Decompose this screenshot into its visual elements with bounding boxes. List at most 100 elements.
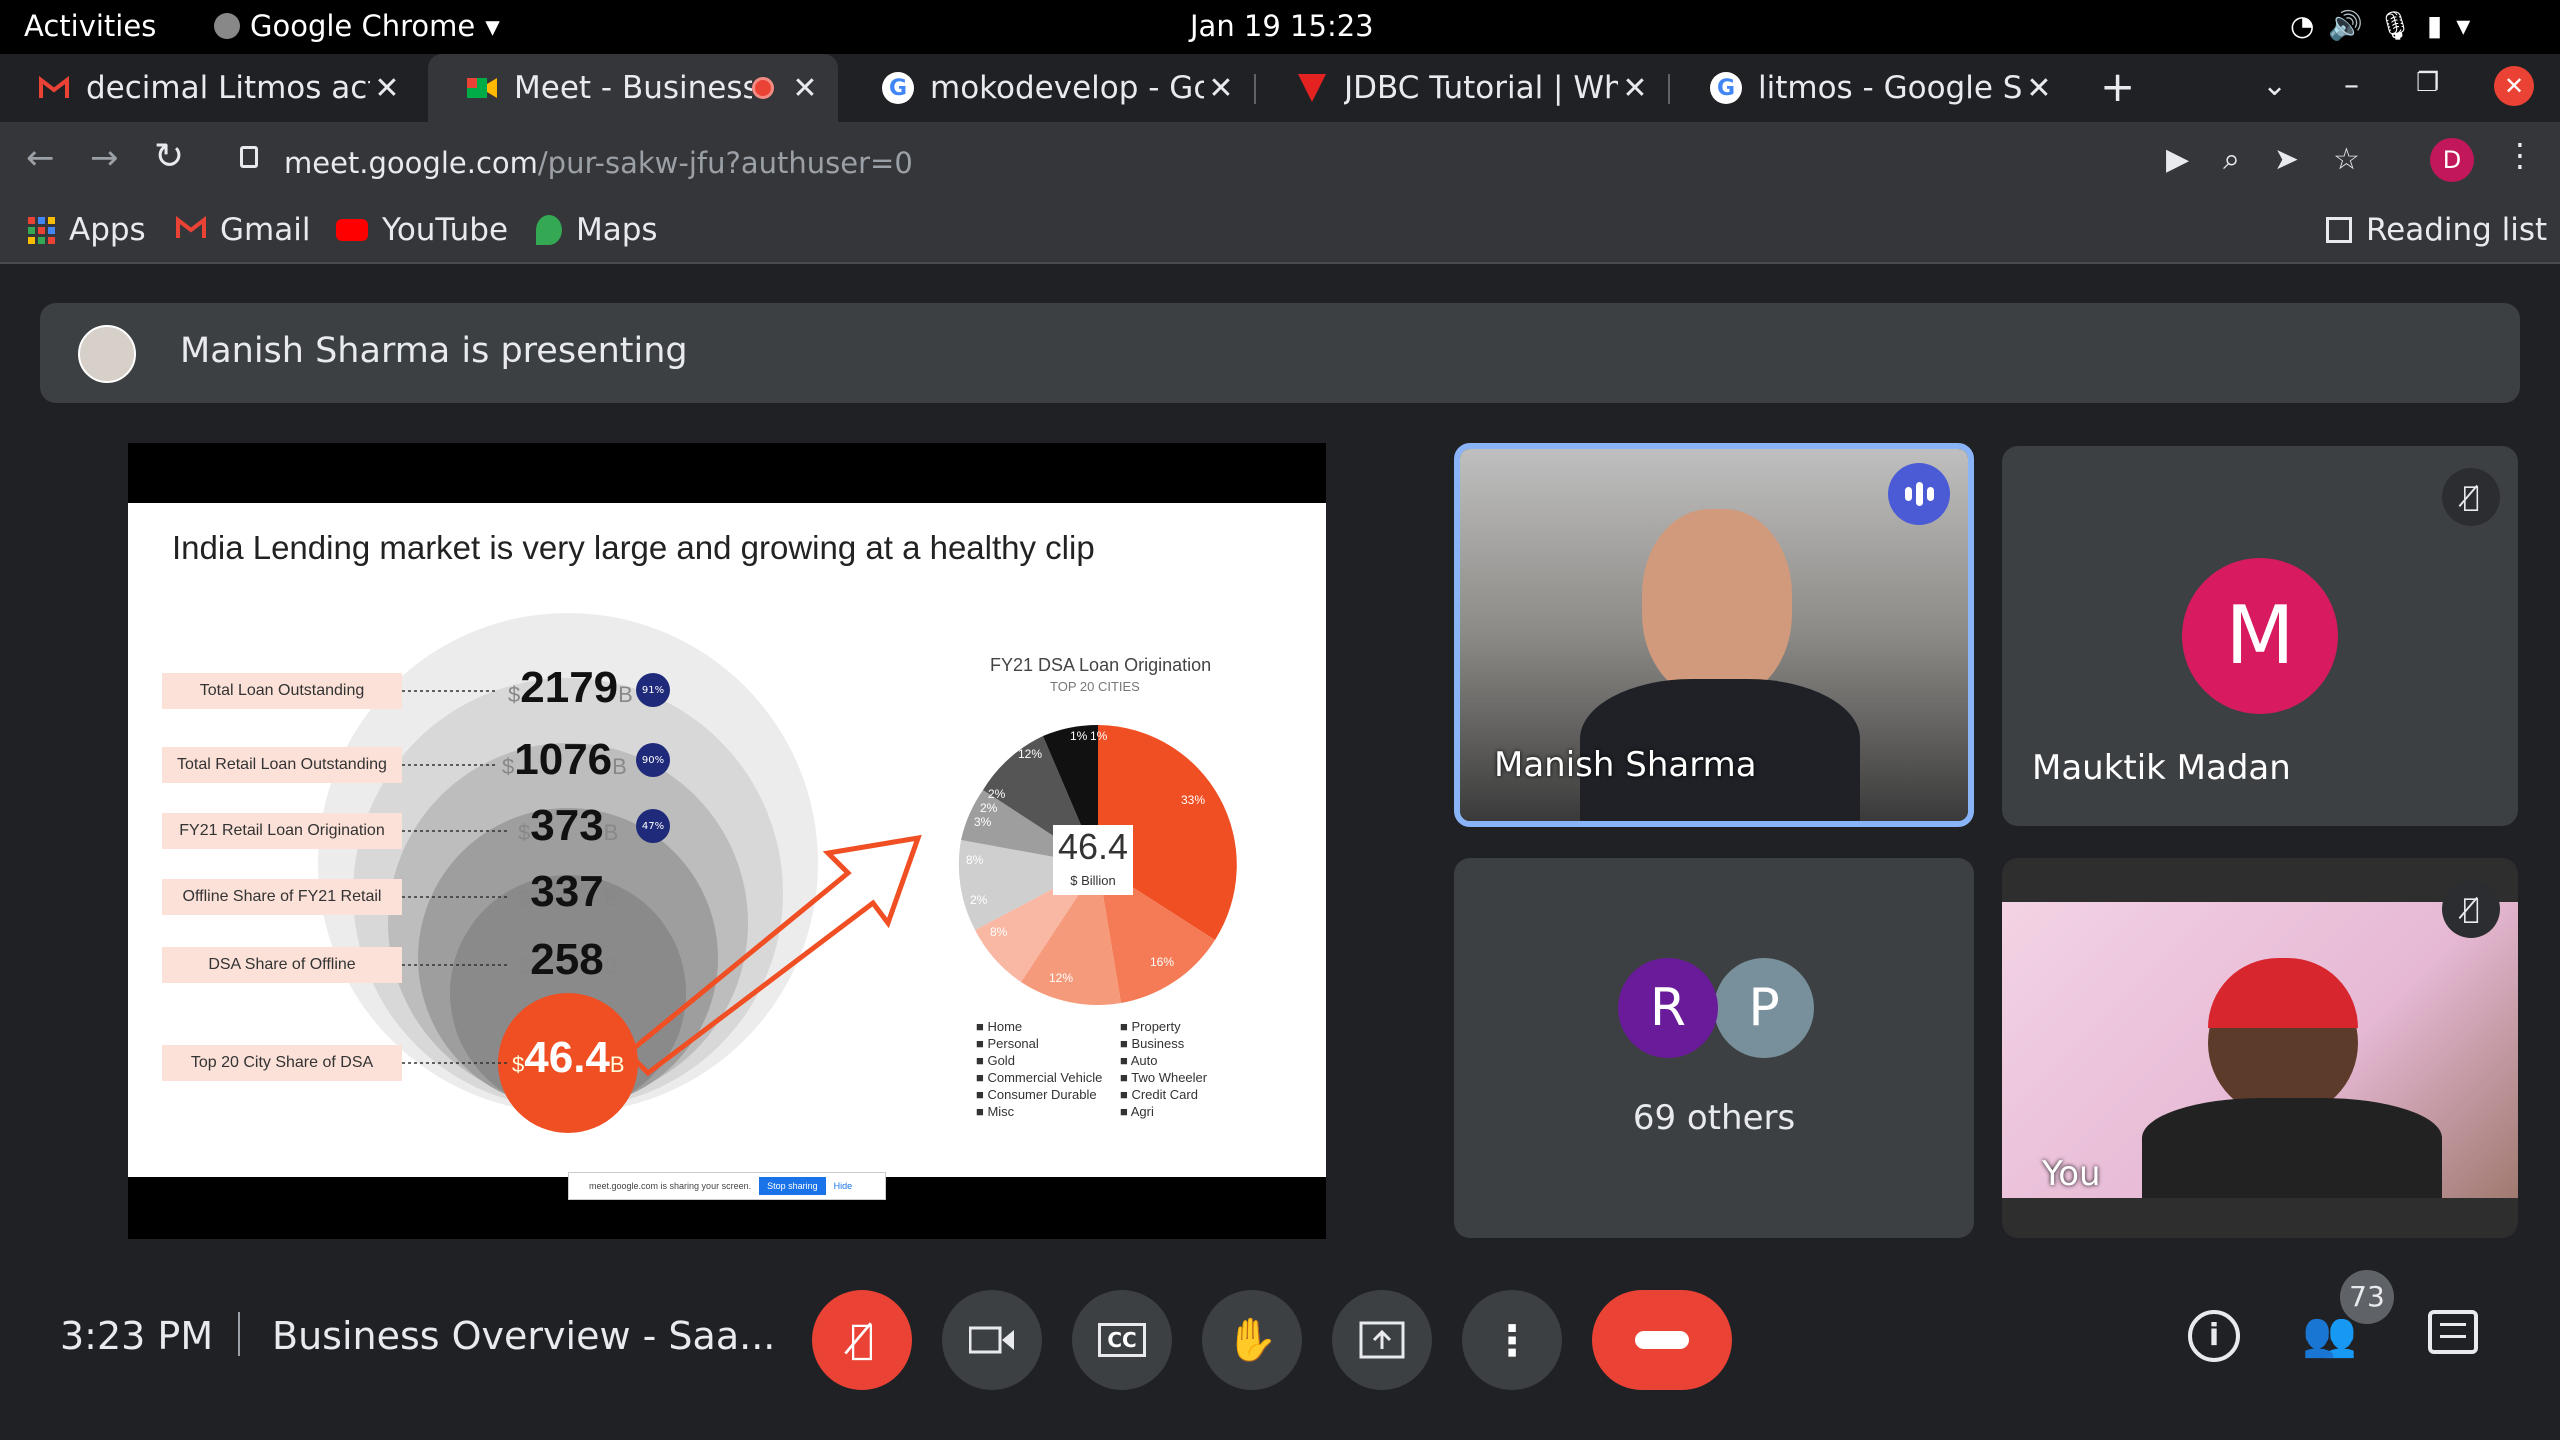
- pie-legend-right: PropertyBusinessAutoTwo WheelerCredit Ca…: [1120, 1018, 1207, 1120]
- presenter-tile[interactable]: Manish Sharma: [1454, 443, 1974, 827]
- reading-list-icon: [2326, 217, 2352, 243]
- participant-avatar: M: [2182, 558, 2338, 714]
- bookmark-gmail[interactable]: Gmail: [176, 212, 310, 248]
- tab-search-chevron-icon[interactable]: ⌄: [2262, 68, 2287, 103]
- google-icon: G: [882, 72, 914, 104]
- mic-toggle-button[interactable]: 🎙̸: [812, 1290, 912, 1390]
- pie-center-value: 46.4: [1057, 826, 1129, 867]
- reload-button[interactable]: ↻: [154, 136, 184, 177]
- meeting-details-button[interactable]: i: [2188, 1310, 2240, 1362]
- chat-button[interactable]: [2428, 1310, 2478, 1354]
- speaking-indicator-icon: [1888, 463, 1950, 525]
- captions-button[interactable]: CC: [1072, 1290, 1172, 1390]
- pie-center-unit: $ Billion: [1070, 873, 1116, 888]
- bookmark-apps[interactable]: Apps: [28, 212, 146, 248]
- javatpoint-icon: [1296, 72, 1328, 104]
- close-tab-icon[interactable]: ✕: [1618, 71, 1652, 106]
- mic-off-icon: 🎙̸: [2442, 880, 2500, 938]
- forward-button[interactable]: →: [90, 138, 119, 178]
- meeting-title[interactable]: Business Overview - Saa...: [272, 1314, 775, 1358]
- bookmark-youtube[interactable]: YouTube: [336, 212, 508, 248]
- participant-tile-mauktik[interactable]: 🎙̸ M Mauktik Madan: [2002, 446, 2518, 826]
- meeting-time: 3:23 PM: [60, 1314, 214, 1358]
- url-path: /pur-sakw-jfu?authuser=0: [537, 146, 913, 180]
- clock[interactable]: Jan 19 15:23: [1190, 9, 1374, 43]
- participant-name: You: [2042, 1154, 2101, 1194]
- present-screen-icon: [1359, 1321, 1405, 1359]
- bookmarks-bar: Apps Gmail YouTube Maps Reading list: [0, 202, 2560, 264]
- mic-off-icon: 🎙̸: [849, 1317, 874, 1363]
- recording-icon: [752, 77, 774, 99]
- presenter-avatar: [78, 325, 136, 383]
- close-tab-icon[interactable]: ✕: [1204, 71, 1238, 106]
- restore-button[interactable]: ❐: [2416, 68, 2439, 98]
- presenting-text: Manish Sharma is presenting: [180, 331, 688, 371]
- participant-avatar: R: [1618, 958, 1718, 1058]
- self-body: [2142, 1098, 2442, 1198]
- captions-icon: CC: [1098, 1323, 1146, 1357]
- pie-slice-label: 1%: [1090, 729, 1108, 743]
- gmail-icon: [176, 212, 206, 248]
- leave-call-button[interactable]: [1592, 1290, 1732, 1390]
- gmail-icon: [38, 72, 70, 104]
- meet-icon: [466, 72, 498, 104]
- maps-icon: [536, 215, 562, 245]
- others-tile[interactable]: R P 69 others: [1454, 858, 1974, 1238]
- raise-hand-button[interactable]: ✋: [1202, 1290, 1302, 1390]
- system-tray-icons[interactable]: ◔🔊🎙▮▾: [2290, 9, 2484, 42]
- pie-subtitle: TOP 20 CITIES: [1050, 679, 1140, 694]
- pie-slice-label: 16%: [1150, 955, 1175, 969]
- pie-slice-label: 12%: [1049, 971, 1074, 985]
- pie-slice-label: 2%: [970, 893, 988, 907]
- app-menu[interactable]: Google Chrome ▾: [214, 9, 500, 43]
- tab-jdbc[interactable]: JDBC Tutorial | What ✕: [1258, 54, 1668, 122]
- close-tab-icon[interactable]: ✕: [788, 71, 822, 106]
- address-bar[interactable]: meet.google.com/pur-sakw-jfu?authuser=0: [284, 138, 2384, 188]
- bookmark-maps[interactable]: Maps: [536, 212, 658, 248]
- activities-button[interactable]: Activities: [24, 9, 156, 43]
- participant-name: Manish Sharma: [1494, 745, 1757, 785]
- tab-litmos-search[interactable]: G litmos - Google Searc ✕: [1672, 54, 2072, 122]
- people-count-badge: 73: [2340, 1270, 2394, 1324]
- youtube-icon: [336, 219, 368, 241]
- pie-slice-label: 33%: [1181, 793, 1206, 807]
- profile-avatar[interactable]: D: [2430, 138, 2474, 182]
- pie-slice-label: 8%: [966, 853, 984, 867]
- participant-name: Mauktik Madan: [2032, 748, 2291, 788]
- presenter-face: [1642, 509, 1792, 699]
- tab-meet[interactable]: Meet - Business C ✕: [428, 54, 838, 122]
- pie-slice-label: 1%: [1070, 729, 1088, 743]
- reading-list-button[interactable]: Reading list: [2326, 212, 2547, 248]
- stop-sharing-button[interactable]: Stop sharing: [759, 1177, 826, 1195]
- participant-avatar: P: [1714, 958, 1814, 1058]
- camera-toggle-button[interactable]: [942, 1290, 1042, 1390]
- chevron-down-icon: ▾: [485, 9, 500, 43]
- camera-icon: [969, 1326, 1014, 1354]
- chrome-icon: [214, 13, 240, 39]
- present-button[interactable]: [1332, 1290, 1432, 1390]
- pie-slice-label: 2%: [980, 801, 998, 815]
- tab-mokodevelop[interactable]: G mokodevelop - Goog ✕: [844, 54, 1254, 122]
- back-button[interactable]: ←: [26, 138, 55, 178]
- lock-icon[interactable]: [240, 146, 258, 168]
- close-tab-icon[interactable]: ✕: [2022, 71, 2056, 106]
- divider: [238, 1312, 240, 1356]
- new-tab-button[interactable]: +: [2100, 62, 2135, 111]
- hide-button[interactable]: Hide: [834, 1181, 853, 1191]
- pie-slice-label: 3%: [974, 815, 992, 829]
- close-tab-icon[interactable]: ✕: [370, 71, 404, 106]
- self-tile[interactable]: 🎙̸ You: [2002, 858, 2518, 1238]
- screen-share-bar: meet.google.com is sharing your screen. …: [568, 1172, 886, 1200]
- hand-icon: ✋: [1225, 1315, 1279, 1364]
- close-window-button[interactable]: ✕: [2494, 66, 2534, 106]
- more-options-button[interactable]: ⋮: [1462, 1290, 1562, 1390]
- presentation-slide: India Lending market is very large and g…: [128, 503, 1326, 1177]
- presenting-banner: Manish Sharma is presenting: [40, 303, 2520, 403]
- minimize-button[interactable]: –: [2344, 68, 2359, 103]
- tab-gmail[interactable]: decimal Litmos activ ✕: [0, 54, 420, 122]
- mic-off-icon: 🎙̸: [2442, 468, 2500, 526]
- apps-grid-icon: [28, 216, 55, 244]
- others-count: 69 others: [1632, 1098, 1796, 1138]
- tab-strip: decimal Litmos activ ✕ Meet - Business C…: [0, 54, 2560, 122]
- more-menu-icon[interactable]: ⋮: [2504, 136, 2536, 174]
